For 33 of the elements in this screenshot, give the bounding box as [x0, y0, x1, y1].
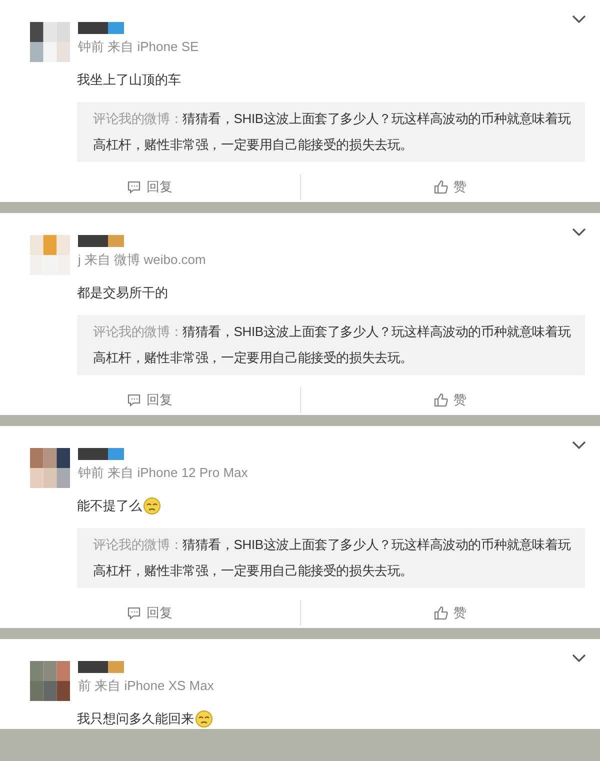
comment-text: 能不提了么: [77, 497, 142, 515]
like-button[interactable]: 赞: [430, 389, 470, 411]
reply-button[interactable]: 回复: [123, 389, 176, 411]
reply-button[interactable]: 回复: [123, 602, 176, 624]
comment-text: 我只想问多久能回来: [77, 710, 194, 728]
avatar-icon[interactable]: [30, 448, 70, 488]
thumbs-up-icon: [434, 606, 448, 620]
comment-text: 都是交易所干的: [77, 284, 168, 302]
redacted-name: [78, 661, 124, 673]
quoted-post: 评论我的微博：猜猜看，SHIB这波上面套了多少人？玩这样高波动的币种就意味着玩高杠杆，赌性非常强，一定要用自己能接受的损失去玩。: [77, 528, 585, 588]
comment-text: 我坐上了山顶的车: [77, 71, 181, 89]
avatar-icon[interactable]: [30, 22, 70, 62]
chevron-down-icon[interactable]: [572, 227, 586, 237]
post-meta: 钟前 来自 iPhone SE: [78, 38, 199, 56]
reply-button[interactable]: 回复: [123, 176, 176, 198]
chevron-down-icon[interactable]: [572, 653, 586, 663]
redacted-name: [78, 22, 124, 34]
post-meta: 前 来自 iPhone XS Max: [78, 677, 214, 695]
like-button[interactable]: 赞: [430, 176, 470, 198]
speech-bubble-icon: [127, 606, 142, 620]
thumbs-up-icon: [434, 393, 448, 407]
speech-bubble-icon: [127, 180, 142, 194]
quoted-post: 评论我的微博：猜猜看，SHIB这波上面套了多少人？玩这样高波动的币种就意味着玩高杠杆，赌性非常强，一定要用自己能接受的损失去玩。: [77, 315, 585, 375]
chevron-down-icon[interactable]: [572, 440, 586, 450]
chevron-down-icon[interactable]: [572, 14, 586, 24]
redacted-name: [78, 235, 124, 247]
quoted-post: 评论我的微博：猜猜看，SHIB这波上面套了多少人？玩这样高波动的币种就意味着玩高杠杆，赌性非常强，一定要用自己能接受的损失去玩。: [77, 102, 585, 162]
post-meta: j 来自 微博 weibo.com: [78, 251, 206, 269]
thumbs-up-icon: [434, 180, 448, 194]
post-meta: 钟前 来自 iPhone 12 Pro Max: [78, 464, 248, 482]
like-button[interactable]: 赞: [430, 602, 470, 624]
speech-bubble-icon: [127, 393, 142, 407]
redacted-name: [78, 448, 124, 460]
